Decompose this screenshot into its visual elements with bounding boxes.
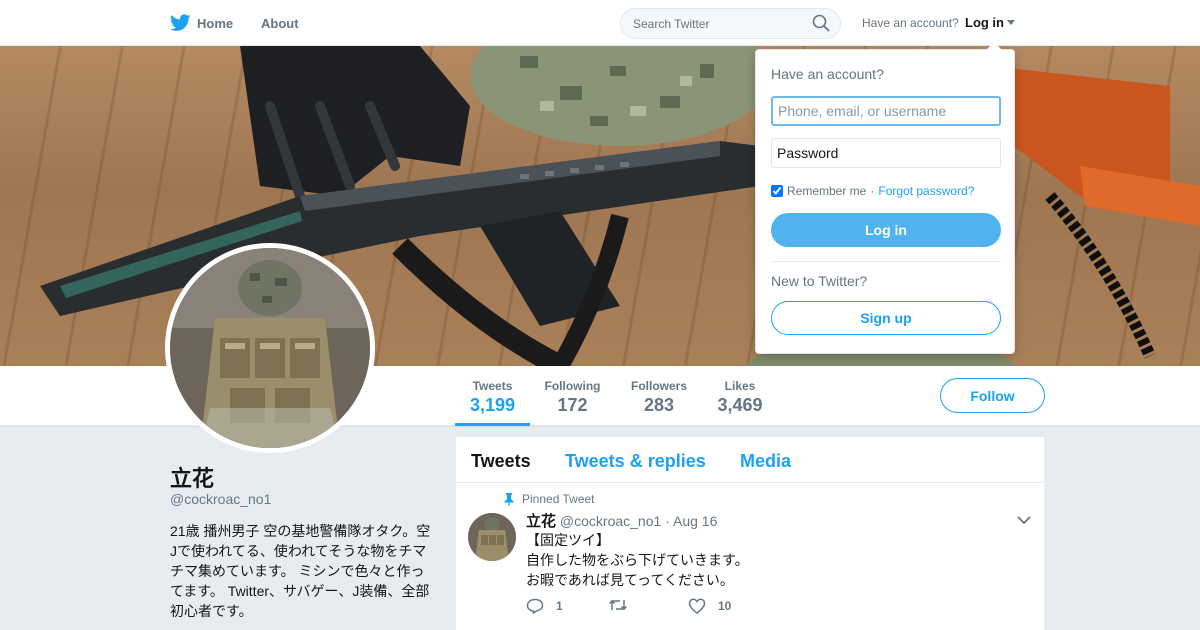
tab-tweets[interactable]: Tweets	[471, 451, 531, 472]
stat-likes-value: 3,469	[717, 395, 763, 415]
tweet-avatar[interactable]	[468, 513, 516, 561]
profile-handle[interactable]: @cockroac_no1	[170, 491, 271, 507]
have-account-text: Have an account?	[862, 16, 959, 30]
reply-button[interactable]: 1	[526, 598, 563, 614]
search-input[interactable]	[620, 8, 841, 39]
tweet-author-handle[interactable]: @cockroac_no1	[560, 513, 661, 529]
new-to-twitter-text: New to Twitter?	[771, 273, 868, 289]
tab-tweets-replies[interactable]: Tweets & replies	[565, 451, 706, 472]
retweet-button[interactable]	[608, 598, 640, 612]
stat-likes[interactable]: Likes 3,469	[710, 366, 770, 426]
forgot-password-link[interactable]: Forgot password?	[878, 184, 974, 198]
chevron-down-icon[interactable]	[1016, 514, 1032, 526]
pinned-tweet-context: Pinned Tweet	[504, 492, 595, 506]
tweet-author-name[interactable]: 立花	[526, 513, 556, 530]
tweet-text-line: お暇であれば見てってください。	[526, 572, 734, 588]
stat-likes-label: Likes	[724, 379, 756, 393]
username-field[interactable]	[771, 96, 1001, 126]
stat-followers-value: 283	[643, 395, 675, 415]
tweet-text-line: 【固定ツイ】	[526, 532, 610, 548]
nav-about[interactable]: About	[261, 0, 299, 46]
reply-count: 1	[556, 599, 563, 613]
stat-following-value: 172	[557, 395, 588, 415]
stat-following[interactable]: Following 172	[540, 366, 605, 426]
login-link-label: Log in	[965, 15, 1004, 30]
profile-avatar[interactable]	[165, 243, 375, 453]
stat-tweets-value: 3,199	[469, 395, 516, 415]
top-navigation-bar: Home About Have an account? Log in	[0, 0, 1200, 46]
like-button[interactable]: 10	[688, 598, 731, 614]
stat-followers[interactable]: Followers 283	[625, 366, 693, 426]
follow-button[interactable]: Follow	[940, 378, 1045, 413]
tweet-text: 【固定ツイ】 自作した物をぶら下げていきます。 お暇であれば見てってください。	[526, 530, 749, 590]
avatar-image	[170, 248, 370, 448]
twitter-bird-icon	[170, 14, 191, 31]
search-icon[interactable]	[812, 14, 830, 32]
heart-icon	[688, 598, 706, 614]
reply-icon	[526, 598, 544, 614]
stat-following-label: Following	[544, 379, 601, 393]
retweet-icon	[608, 599, 628, 611]
remember-me-checkbox[interactable]	[771, 185, 783, 197]
remember-separator: ·	[870, 184, 875, 198]
login-dropdown-toggle[interactable]: Log in	[965, 15, 1015, 30]
signup-button[interactable]: Sign up	[771, 301, 1001, 335]
pin-icon	[504, 492, 514, 506]
nav-home[interactable]: Home	[170, 0, 233, 46]
caret-down-icon	[1007, 20, 1015, 25]
login-dropdown: Have an account? Remember me · Forgot pa…	[755, 42, 1015, 354]
tweet-header: 立花 @cockroac_no1 · Aug 16	[526, 510, 717, 531]
stat-followers-label: Followers	[630, 379, 687, 393]
pinned-tweet-label: Pinned Tweet	[522, 492, 595, 506]
tweet-text-line: 自作した物をぶら下げていきます。	[526, 552, 749, 568]
tab-media[interactable]: Media	[740, 451, 791, 472]
nav-home-label: Home	[197, 15, 234, 31]
profile-name: 立花	[170, 466, 215, 491]
login-button[interactable]: Log in	[771, 213, 1001, 247]
tweet-date[interactable]: Aug 16	[673, 513, 717, 529]
tweet-separator: ·	[665, 513, 670, 529]
login-dropdown-title: Have an account?	[771, 66, 884, 82]
timeline: Tweets Tweets & replies Media Pinned Twe…	[456, 437, 1044, 630]
stat-tweets-label: Tweets	[472, 379, 513, 393]
like-count: 10	[718, 599, 732, 613]
remember-me-label[interactable]: Remember me	[787, 184, 866, 198]
password-field[interactable]	[771, 138, 1001, 168]
dropdown-divider	[771, 261, 1001, 262]
tweet-avatar-image	[468, 513, 516, 561]
stat-tweets[interactable]: Tweets 3,199	[455, 366, 530, 426]
timeline-tabs: Tweets Tweets & replies Media	[456, 437, 1044, 483]
profile-bio: 21歳 播州男子 空の基地警備隊オタク。空Jで使われてる、使われてそうな物をチマ…	[170, 523, 431, 619]
remember-me-row: Remember me · Forgot password?	[771, 184, 974, 198]
